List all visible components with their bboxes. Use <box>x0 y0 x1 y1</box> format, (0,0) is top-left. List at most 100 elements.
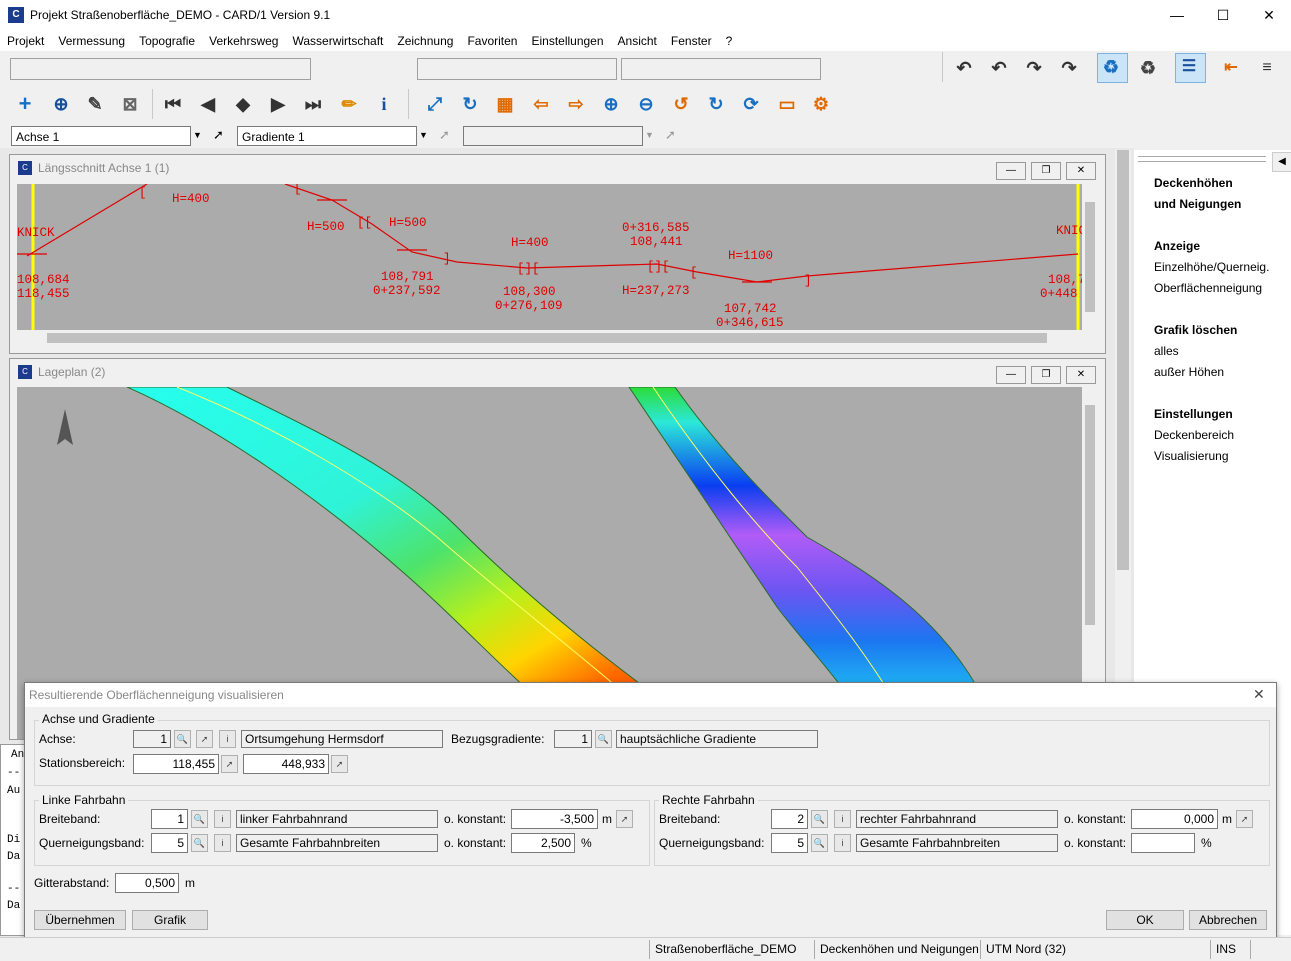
menu-topografie[interactable]: Topografie <box>132 31 202 48</box>
zoom-out-icon[interactable]: ⊖ <box>633 91 659 117</box>
search-icon[interactable]: 🔍 <box>174 730 191 748</box>
pick-cursor-icon[interactable]: ➚ <box>221 755 238 773</box>
achse-name-field[interactable]: Ortsumgehung Hermsdorf <box>241 730 443 748</box>
menu-ansicht[interactable]: Ansicht <box>611 31 664 48</box>
previous-icon[interactable]: ◀ <box>195 91 221 117</box>
rotate-right-icon[interactable]: ↻ <box>703 91 729 117</box>
info-icon[interactable]: i <box>219 730 236 748</box>
left-breite-number-input[interactable]: 1 <box>151 809 188 829</box>
menu-verkehrsweg[interactable]: Verkehrsweg <box>202 31 285 48</box>
panel-link-deckenbereich[interactable]: Deckenbereich <box>1154 428 1234 442</box>
search-icon[interactable]: 🔍 <box>595 730 612 748</box>
redo-icon[interactable]: ↷ <box>1021 55 1047 81</box>
pick-cursor-icon[interactable]: ➚ <box>1236 810 1253 828</box>
achse-number-field[interactable]: 1 <box>133 730 171 748</box>
globe-icon[interactable]: ⊕ <box>48 91 74 117</box>
first-icon[interactable]: ⏮ <box>160 91 186 117</box>
right-breite-number-input[interactable]: 2 <box>771 809 808 829</box>
bezug-name-field[interactable]: hauptsächliche Gradiente <box>616 730 818 748</box>
search-icon[interactable]: 🔍 <box>811 834 828 852</box>
chevron-down-icon[interactable]: ▼ <box>193 130 202 140</box>
menu-einstellungen[interactable]: Einstellungen <box>524 31 610 48</box>
zoom-in-icon[interactable]: ⊕ <box>598 91 624 117</box>
left-quer-konst-input[interactable]: 2,500 <box>511 833 575 853</box>
axis-combo[interactable]: Achse 1 <box>11 126 191 146</box>
close-button[interactable]: ✕ <box>1066 366 1096 384</box>
search-icon[interactable]: 🔍 <box>191 810 208 828</box>
pencil-icon[interactable]: ✏ <box>336 91 362 117</box>
pick-cursor-icon[interactable]: ➚ <box>616 810 633 828</box>
search-icon[interactable]: 🔍 <box>191 834 208 852</box>
profile-vscroll[interactable] <box>1082 184 1098 330</box>
recycle-active-button[interactable]: ♻ <box>1097 53 1128 83</box>
close-button[interactable]: ✕ <box>1246 0 1291 31</box>
panel-link-oberflaechenneigung[interactable]: Oberflächenneigung <box>1154 281 1262 295</box>
search-icon[interactable]: 🔍 <box>811 810 828 828</box>
refresh-icon[interactable]: ↻ <box>457 91 483 117</box>
menu-favoriten[interactable]: Favoriten <box>460 31 524 48</box>
pick-cursor-icon[interactable]: ➚ <box>439 127 450 143</box>
panel-link-ausser-hoehen[interactable]: außer Höhen <box>1154 365 1224 379</box>
rotate-left-icon[interactable]: ↺ <box>668 91 694 117</box>
apply-button[interactable]: Übernehmen <box>34 910 126 930</box>
zoom-extents-icon[interactable]: ⤢ <box>422 91 448 117</box>
last-icon[interactable]: ⏭ <box>300 91 326 117</box>
menu-wasserwirtschaft[interactable]: Wasserwirtschaft <box>285 31 390 48</box>
panel-link-einzelhoehe[interactable]: Einzelhöhe/Querneig. <box>1154 260 1269 274</box>
cancel-button[interactable]: Abbrechen <box>1189 910 1267 930</box>
menu-projekt[interactable]: Projekt <box>0 31 51 48</box>
pan-left-icon[interactable]: ⇦ <box>528 91 554 117</box>
minimize-button[interactable]: — <box>996 162 1026 180</box>
tools-icon[interactable]: ✎ <box>82 91 108 117</box>
info-icon[interactable]: i <box>371 91 397 117</box>
export-icon[interactable]: ▭ <box>774 91 800 117</box>
station-from-input[interactable]: 118,455 <box>133 754 219 774</box>
recycle-gray-icon[interactable]: ♻ <box>1135 55 1161 81</box>
maximize-button[interactable]: ☐ <box>1200 0 1246 31</box>
add-icon[interactable]: + <box>12 91 38 117</box>
station-to-input[interactable]: 448,933 <box>243 754 329 774</box>
right-quer-name-field[interactable]: Gesamte Fahrbahnbreiten <box>856 834 1058 852</box>
minimize-button[interactable]: — <box>996 366 1026 384</box>
chevron-down-icon[interactable]: ▼ <box>419 130 428 140</box>
align-lines-icon[interactable]: ≡ <box>1254 55 1280 81</box>
undo-all-icon[interactable]: ↶ <box>986 55 1012 81</box>
command-field[interactable] <box>10 58 311 80</box>
gitter-input[interactable]: 0,500 <box>115 873 179 893</box>
restore-button[interactable]: ❐ <box>1031 162 1061 180</box>
redo-all-icon[interactable]: ↷ <box>1056 55 1082 81</box>
info-icon[interactable]: i <box>214 834 231 852</box>
pan-right-icon[interactable]: ⇨ <box>563 91 589 117</box>
left-breite-name-field[interactable]: linker Fahrbahnrand <box>236 810 438 828</box>
dialog-close-icon[interactable]: ✕ <box>1253 686 1265 703</box>
pick-cursor-icon[interactable]: ➚ <box>213 127 224 143</box>
settings-icon[interactable]: ⚙ <box>808 91 834 117</box>
minimize-button[interactable]: — <box>1154 0 1200 31</box>
restore-button[interactable]: ❐ <box>1031 366 1061 384</box>
right-quer-konst-input[interactable] <box>1131 833 1195 853</box>
info-icon[interactable]: i <box>214 810 231 828</box>
ok-button[interactable]: OK <box>1106 910 1184 930</box>
right-breite-konst-input[interactable]: 0,000 <box>1131 809 1218 829</box>
updown-icon[interactable]: ◆ <box>230 91 256 117</box>
right-quer-number-input[interactable]: 5 <box>771 833 808 853</box>
left-breite-konst-input[interactable]: -3,500 <box>511 809 598 829</box>
gradient-combo[interactable]: Gradiente 1 <box>237 126 417 146</box>
right-breite-name-field[interactable]: rechter Fahrbahnrand <box>856 810 1058 828</box>
info-icon[interactable]: i <box>834 834 851 852</box>
pick-cursor-icon[interactable]: ➚ <box>665 127 676 143</box>
undo-icon[interactable]: ↶ <box>951 55 977 81</box>
panel-layout-active-button[interactable]: ☰ <box>1175 53 1206 83</box>
collapse-panel-button[interactable]: ◀ <box>1272 152 1291 172</box>
profile-hscroll[interactable] <box>17 330 1082 346</box>
menu-vermessung[interactable]: Vermessung <box>51 31 132 48</box>
scroll-thumb[interactable] <box>1085 405 1095 625</box>
left-quer-number-input[interactable]: 5 <box>151 833 188 853</box>
menu-zeichnung[interactable]: Zeichnung <box>390 31 460 48</box>
profile-canvas[interactable]: [ [ [[ ] [][ [][ [ ] KNICK KNIC H=400 H=… <box>17 184 1082 330</box>
menu-help[interactable]: ? <box>719 31 740 48</box>
redraw-icon[interactable]: ⟳ <box>738 91 764 117</box>
scroll-thumb[interactable] <box>47 333 1047 343</box>
grafik-button[interactable]: Grafik <box>132 910 208 930</box>
panel-link-visualisierung[interactable]: Visualisierung <box>1154 449 1229 463</box>
